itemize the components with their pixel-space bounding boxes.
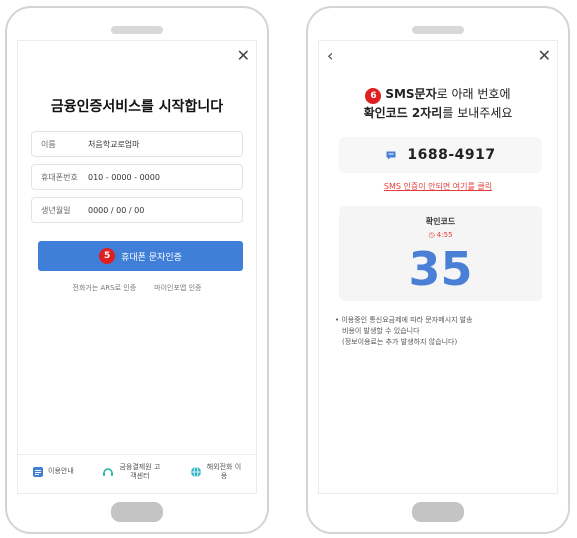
name-field-value: 처음학교로엄마 [88,139,140,149]
birthdate-field-label: 생년월일 [41,205,71,215]
alt-auth-links: 전화거는 ARS로 인증 마이인포앱 인증 [18,283,256,293]
step-badge: 5 [99,248,116,264]
close-icon[interactable]: ✕ [237,47,250,65]
name-field[interactable]: 이름 처음학교로엄마 [31,131,243,157]
myinfo-auth-link[interactable]: 마이인포앱 인증 [154,283,201,293]
step-badge: 6 [365,88,382,104]
phone-frame-right: ‹ ✕ 6 SMS문자로 아래 번호에 확인코드 2자리를 보내주세요 1688… [306,6,570,534]
instruction-line2-rest: 를 보내주세요 [442,106,513,120]
timer-value: 4:55 [436,231,453,239]
clock-icon: ◷ [428,231,435,239]
code-label: 확인코드 [425,217,456,226]
verification-code-box: 확인코드 ◷ 4:55 35 [339,206,542,301]
sms-auth-button-label: 휴대폰 문자인증 [121,252,182,263]
globe-icon [190,466,202,478]
birthdate-field[interactable]: 생년월일 0000 / 00 / 00 [31,197,243,223]
customer-center-button[interactable]: 금융결제원 고객센터 [102,463,162,481]
phone-number-field-value: 010 - 0000 - 0000 [88,172,160,182]
sms-verification-screen: ‹ ✕ 6 SMS문자로 아래 번호에 확인코드 2자리를 보내주세요 1688… [318,40,558,494]
phone-speaker [412,26,464,34]
overseas-call-label: 해외전화 이용 [206,462,242,480]
phone-number-field-label: 휴대폰번호 [41,172,78,182]
overseas-call-button[interactable]: 해외전화 이용 [190,463,242,481]
message-icon [385,149,397,161]
ars-auth-link[interactable]: 전화거는 ARS로 인증 [73,283,137,293]
code-keyword: 확인코드 2자리 [363,106,443,120]
sms-cost-notice: • 이용중인 통신요금제에 따라 문자메시지 발송 비용이 발생할 수 있습니다… [335,315,547,348]
sms-instruction: 6 SMS문자로 아래 번호에 확인코드 2자리를 보내주세요 [319,85,557,122]
notice-line-2: 비용이 발생할 수 있습니다 [342,327,420,335]
countdown-timer: ◷ 4:55 [339,231,542,239]
notice-line-1: 이용중인 통신요금제에 따라 문자메시지 발송 [341,316,473,324]
auth-start-screen: ✕ 금융인증서비스를 시작합니다 이름 처음학교로엄마 휴대폰번호 010 - … [17,40,257,494]
document-icon [32,466,44,478]
customer-center-label: 금융결제원 고객센터 [119,462,161,480]
footer-menu: 이용안내 금융결제원 고객센터 해외전화 이용 [18,454,256,488]
recipient-number-box: 1688-4917 [339,137,542,173]
phone-frame-left: ✕ 금융인증서비스를 시작합니다 이름 처음학교로엄마 휴대폰번호 010 - … [5,6,269,534]
usage-guide-button[interactable]: 이용안내 [32,466,74,478]
home-button [412,502,464,522]
sms-help-link[interactable]: SMS 인증이 안되면 여기를 클릭 [319,181,557,192]
phone-number-field[interactable]: 휴대폰번호 010 - 0000 - 0000 [31,164,243,190]
close-icon[interactable]: ✕ [538,47,551,65]
home-button [111,502,163,522]
usage-guide-label: 이용안내 [48,467,74,475]
headset-icon [102,466,114,478]
phone-speaker [111,26,163,34]
notice-line-3: (정보이용료는 추가 발생하지 않습니다) [342,338,458,346]
back-icon[interactable]: ‹ [327,47,333,65]
page-title: 금융인증서비스를 시작합니다 [50,99,224,115]
verification-code: 35 [408,242,473,296]
birthdate-field-value: 0000 / 00 / 00 [88,205,145,215]
sms-auth-button[interactable]: 5 휴대폰 문자인증 [38,241,243,271]
sms-keyword: SMS문자 [385,87,437,101]
recipient-number: 1688-4917 [407,147,496,163]
instruction-line1-rest: 로 아래 번호에 [436,87,511,101]
name-field-label: 이름 [41,139,56,149]
